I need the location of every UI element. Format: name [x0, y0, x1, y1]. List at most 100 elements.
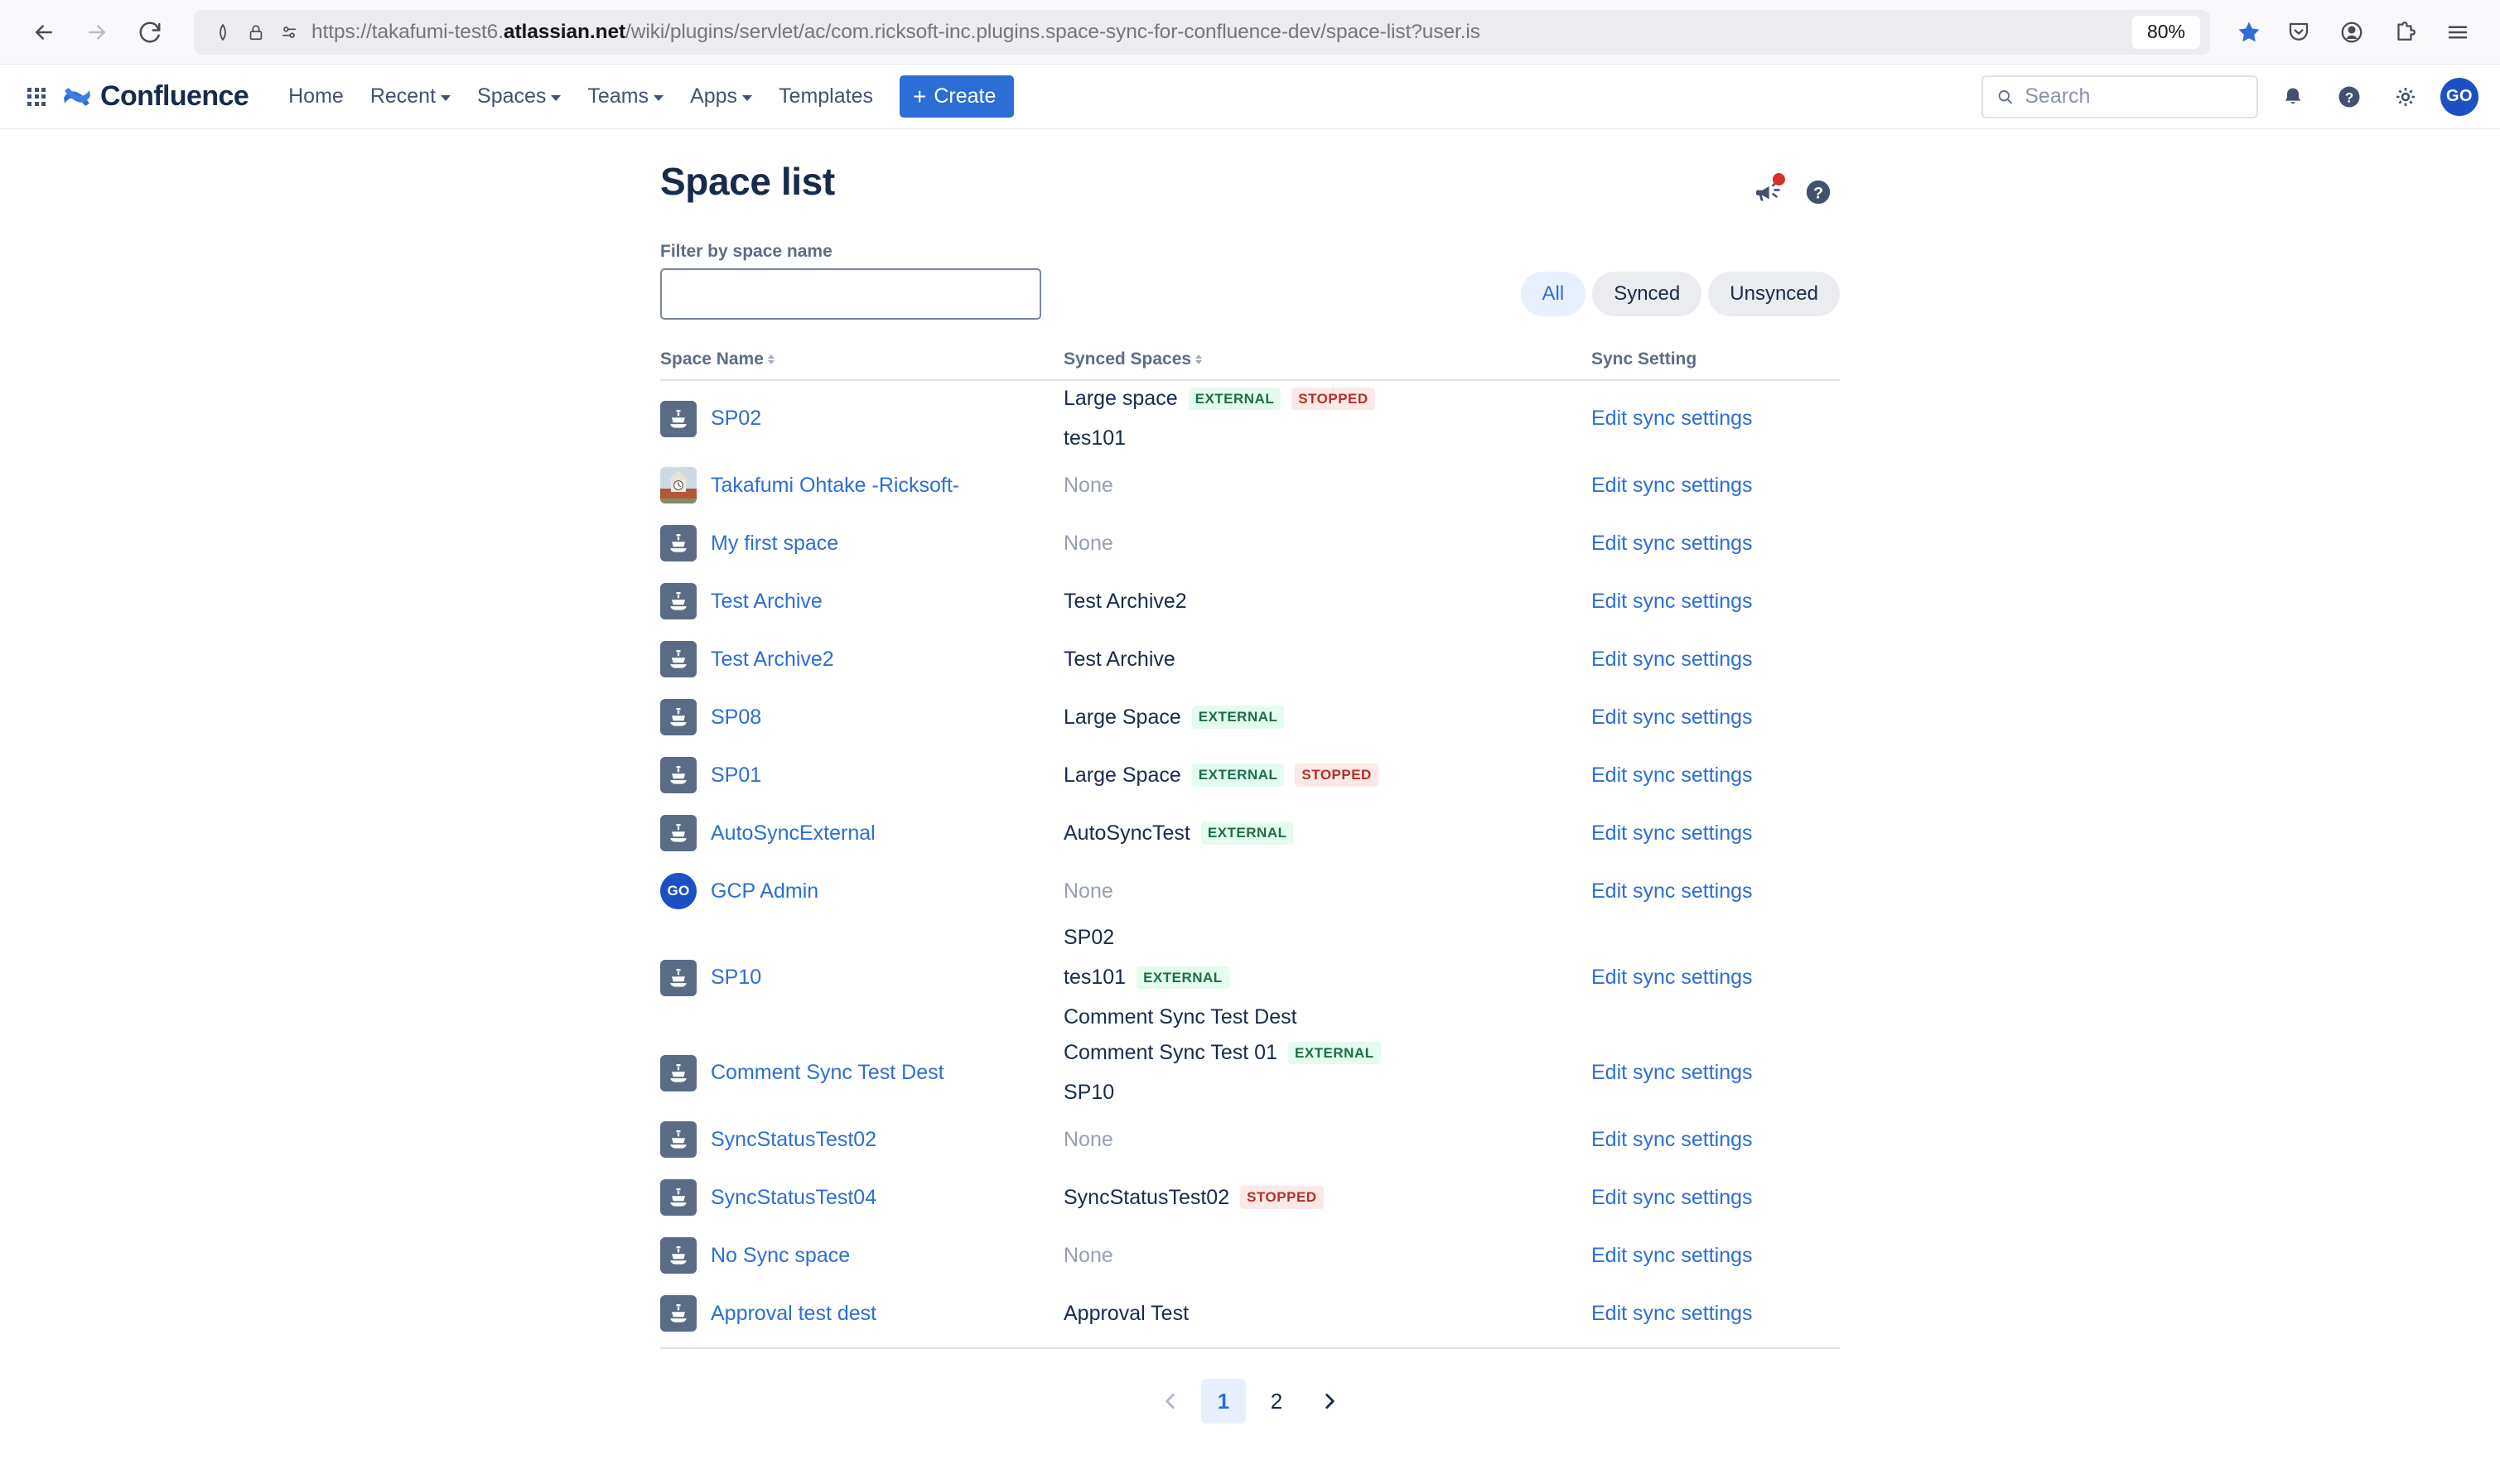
cell-space-name: SP10 [660, 959, 1064, 996]
pocket-icon [2289, 22, 2309, 41]
page-help-button[interactable]: ? [1797, 171, 1840, 214]
table-row: My first space None Edit sync settings [660, 514, 1840, 572]
pagination-page-1[interactable]: 1 [1201, 1379, 1246, 1424]
nav-item-teams[interactable]: Teams [576, 77, 675, 116]
account-button[interactable] [2329, 10, 2374, 55]
lozenge-stopped: STOPPED [1295, 764, 1378, 787]
synced-space-name: Comment Sync Test Dest [1064, 1005, 1297, 1029]
space-name-link[interactable]: No Sync space [711, 1244, 850, 1268]
nav-item-recent[interactable]: Recent [359, 77, 462, 116]
nav-item-label: Apps [690, 84, 738, 108]
synced-none-label: None [1064, 1243, 1113, 1267]
space-icon [660, 757, 697, 793]
zoom-level-badge[interactable]: 80% [2131, 15, 2200, 49]
back-button[interactable] [20, 8, 68, 56]
cell-space-name: GO GCP Admin [660, 873, 1064, 909]
edit-sync-settings-link[interactable]: Edit sync settings [1591, 879, 1753, 903]
synced-space-entry: Comment Sync Test 01 EXTERNAL [1064, 1041, 1591, 1065]
user-avatar[interactable]: GO [2440, 77, 2478, 116]
space-name-link[interactable]: SP02 [711, 407, 761, 431]
reload-button[interactable] [126, 8, 174, 56]
space-icon [660, 959, 697, 996]
edit-sync-settings-link[interactable]: Edit sync settings [1591, 474, 1753, 497]
app-menu-button[interactable] [2435, 10, 2480, 55]
pagination-next-button[interactable] [1307, 1379, 1352, 1424]
space-icon [660, 1179, 697, 1216]
space-name-link[interactable]: Test Archive [711, 590, 823, 614]
space-name-link[interactable]: GCP Admin [711, 879, 818, 903]
filter-synced-button[interactable]: Synced [1592, 272, 1702, 316]
nav-item-apps[interactable]: Apps [678, 77, 764, 116]
column-header-space-name[interactable]: Space Name [660, 349, 1064, 369]
edit-sync-settings-link[interactable]: Edit sync settings [1591, 1128, 1753, 1151]
space-name-link[interactable]: Takafumi Ohtake -Ricksoft- [711, 474, 959, 498]
filter-input[interactable] [660, 268, 1041, 320]
filter-all-button[interactable]: All [1520, 272, 1586, 316]
cell-synced-spaces: Large space EXTERNAL STOPPED tes101 [1064, 387, 1591, 450]
lozenge-external: EXTERNAL [1191, 706, 1285, 729]
space-name-link[interactable]: SyncStatusTest02 [711, 1128, 876, 1152]
edit-sync-settings-link[interactable]: Edit sync settings [1591, 822, 1753, 845]
confluence-logo[interactable]: Confluence [63, 80, 249, 113]
space-name-link[interactable]: SyncStatusTest04 [711, 1186, 876, 1210]
space-name-link[interactable]: Approval test dest [711, 1302, 876, 1326]
forward-button[interactable] [73, 8, 121, 56]
lozenge-external: EXTERNAL [1200, 822, 1294, 845]
edit-sync-settings-link[interactable]: Edit sync settings [1591, 966, 1753, 989]
edit-sync-settings-link[interactable]: Edit sync settings [1591, 532, 1753, 555]
synced-space-name: SyncStatusTest02 [1064, 1185, 1230, 1209]
space-name-link[interactable]: Comment Sync Test Dest [711, 1061, 944, 1085]
hamburger-menu-icon [2448, 26, 2468, 38]
edit-sync-settings-link[interactable]: Edit sync settings [1591, 1061, 1753, 1084]
announcements-button[interactable] [1750, 173, 1785, 210]
edit-sync-settings-link[interactable]: Edit sync settings [1591, 764, 1753, 787]
bookmark-star-button[interactable] [2227, 10, 2271, 55]
pagination-previous-button[interactable] [1148, 1379, 1193, 1424]
edit-sync-settings-link[interactable]: Edit sync settings [1591, 1302, 1753, 1325]
nav-item-spaces[interactable]: Spaces [466, 77, 572, 116]
help-button[interactable]: ? [2328, 75, 2371, 118]
nav-item-home[interactable]: Home [277, 77, 355, 116]
notifications-button[interactable] [2271, 75, 2314, 118]
settings-button[interactable] [2384, 75, 2427, 118]
edit-sync-settings-link[interactable]: Edit sync settings [1591, 407, 1753, 430]
space-name-link[interactable]: SP10 [711, 966, 761, 990]
edit-sync-settings-link[interactable]: Edit sync settings [1591, 1244, 1753, 1267]
synced-space-entry: Large space EXTERNAL STOPPED [1064, 387, 1591, 411]
edit-sync-settings-link[interactable]: Edit sync settings [1591, 648, 1753, 671]
account-icon [2341, 22, 2362, 42]
space-name-link[interactable]: SP01 [711, 764, 761, 788]
edit-sync-settings-link[interactable]: Edit sync settings [1591, 706, 1753, 729]
space-name-link[interactable]: My first space [711, 532, 838, 556]
pagination-page-label: 1 [1217, 1388, 1230, 1414]
filter-unsynced-button[interactable]: Unsynced [1708, 272, 1840, 316]
space-ship-icon [670, 650, 687, 668]
reload-icon [139, 22, 161, 43]
permissions-icon[interactable] [278, 22, 300, 43]
edit-sync-settings-link[interactable]: Edit sync settings [1591, 590, 1753, 613]
global-search[interactable] [1981, 75, 2258, 118]
create-button[interactable]: + Create [900, 75, 1015, 118]
search-input[interactable] [2025, 84, 2243, 108]
filter-row: Filter by space name All Synced Unsynced [660, 242, 1840, 320]
cell-synced-spaces: Test Archive [1064, 648, 1591, 672]
column-header-synced-spaces[interactable]: Synced Spaces [1064, 349, 1591, 369]
address-bar[interactable]: https://takafumi-test6.atlassian.net/wik… [194, 9, 2210, 55]
chevron-left-icon [1166, 1394, 1175, 1409]
extensions-button[interactable] [2382, 10, 2427, 55]
avatar: GO [660, 873, 697, 909]
cell-space-name: SyncStatusTest02 [660, 1121, 1064, 1158]
space-name-link[interactable]: Test Archive2 [711, 648, 834, 672]
space-name-link[interactable]: SP08 [711, 706, 761, 730]
pagination-page-2[interactable]: 2 [1254, 1379, 1299, 1424]
filter-synced-label: Synced [1614, 282, 1681, 305]
save-to-pocket-button[interactable] [2276, 10, 2321, 55]
lozenge-stopped: STOPPED [1291, 387, 1375, 411]
space-name-link[interactable]: AutoSyncExternal [711, 822, 876, 846]
bell-icon [2285, 88, 2301, 104]
nav-item-templates[interactable]: Templates [767, 77, 885, 116]
synced-none-label: None [1064, 879, 1113, 903]
edit-sync-settings-link[interactable]: Edit sync settings [1591, 1186, 1753, 1209]
app-switcher-button[interactable] [18, 79, 55, 115]
avatar [660, 467, 697, 504]
